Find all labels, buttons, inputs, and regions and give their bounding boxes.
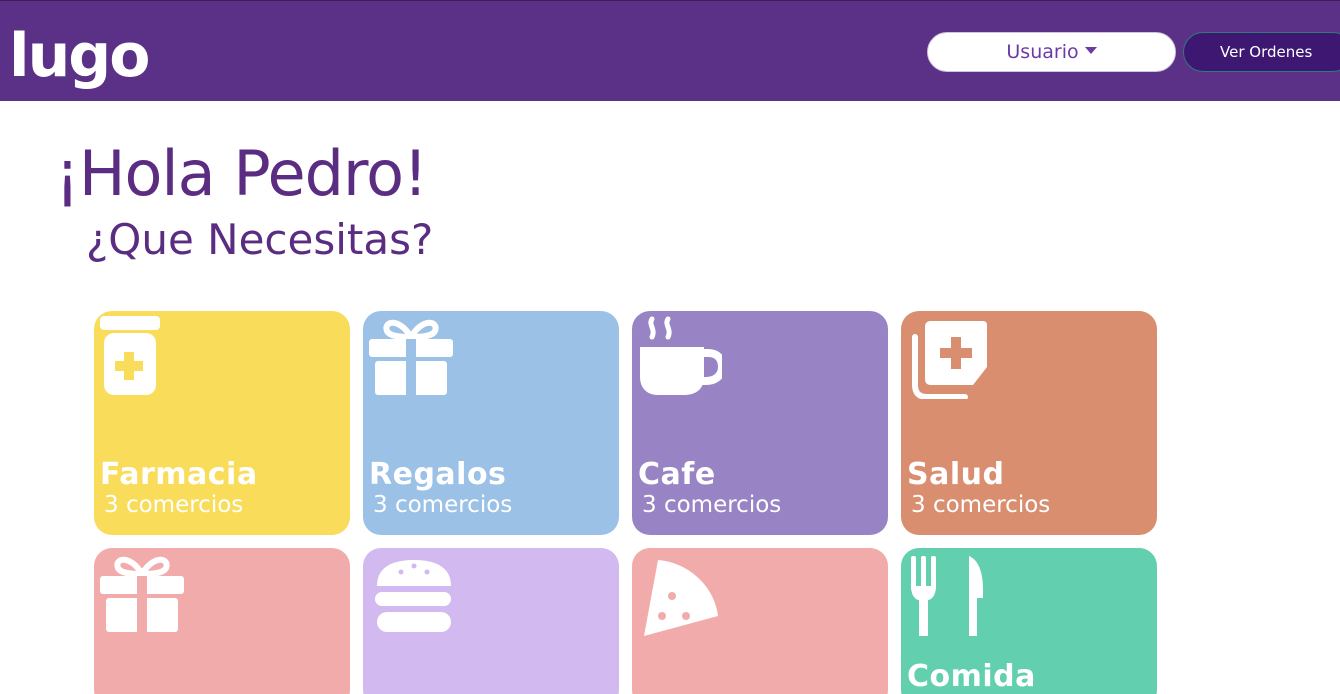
category-count: 3 comercios bbox=[373, 492, 513, 518]
question-subheading: ¿Que Necesitas? bbox=[86, 215, 434, 264]
category-card-comida[interactable]: Comida bbox=[901, 548, 1157, 694]
category-count: 3 comercios bbox=[104, 492, 244, 518]
greeting-heading: ¡Hola Pedro! bbox=[55, 137, 428, 210]
category-count: 3 comercios bbox=[911, 492, 1051, 518]
app-logo[interactable]: lugo bbox=[9, 21, 150, 91]
category-name: Salud bbox=[907, 457, 1005, 492]
user-dropdown-button[interactable]: Usuario bbox=[927, 32, 1176, 72]
fork-knife-icon bbox=[911, 556, 983, 636]
category-card-cafe[interactable]: Cafe 3 comercios bbox=[632, 311, 888, 535]
category-name: Cafe bbox=[638, 457, 716, 492]
pill-bottle-icon bbox=[100, 316, 160, 395]
pizza-icon bbox=[644, 560, 718, 636]
gift-icon bbox=[100, 556, 184, 632]
category-card-pizza[interactable] bbox=[632, 548, 888, 694]
category-card-burgers[interactable] bbox=[363, 548, 619, 694]
category-name: Farmacia bbox=[100, 457, 258, 492]
medical-notes-icon bbox=[912, 321, 987, 399]
coffee-cup-icon bbox=[640, 316, 722, 395]
gift-icon bbox=[369, 319, 453, 395]
caret-down-icon bbox=[1084, 46, 1097, 54]
category-name: Comida bbox=[907, 659, 1036, 694]
category-card-farmacia[interactable]: Farmacia 3 comercios bbox=[94, 311, 350, 535]
hamburger-icon bbox=[375, 560, 451, 632]
category-count: 3 comercios bbox=[642, 492, 782, 518]
user-dropdown-label: Usuario bbox=[1006, 41, 1079, 63]
top-navbar: lugo Usuario Ver Ordenes bbox=[0, 0, 1340, 101]
category-card-regalos[interactable]: Regalos 3 comercios bbox=[363, 311, 619, 535]
view-orders-button[interactable]: Ver Ordenes bbox=[1183, 32, 1340, 72]
category-card-salud[interactable]: Salud 3 comercios bbox=[901, 311, 1157, 535]
category-name: Regalos bbox=[369, 457, 507, 492]
category-card-gifts[interactable] bbox=[94, 548, 350, 694]
